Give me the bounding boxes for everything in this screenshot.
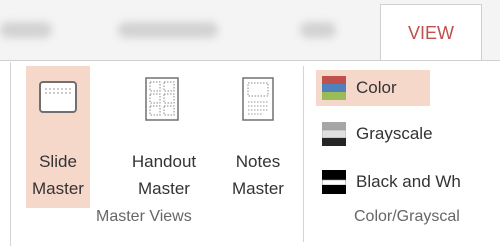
- handout-master-label: Handout Master: [131, 152, 197, 198]
- color-icon: [322, 76, 346, 100]
- blurred-tab[interactable]: [0, 22, 52, 38]
- ribbon-tab-strip: VIEW: [0, 0, 500, 61]
- blurred-tab[interactable]: [300, 22, 336, 38]
- grayscale-label: Grayscale: [356, 124, 433, 143]
- notes-master-label: Notes Master: [232, 152, 284, 198]
- slide-master-label: Slide Master: [32, 152, 84, 198]
- grayscale-icon: [322, 122, 346, 146]
- handout-master-button[interactable]: Handout Master: [114, 66, 214, 208]
- master-views-group-label: Master Views: [96, 208, 192, 225]
- black-and-white-label: Black and Wh: [356, 172, 461, 191]
- black-and-white-icon: [322, 170, 346, 194]
- notes-master-button[interactable]: Notes Master: [218, 66, 298, 208]
- group-divider: [303, 66, 304, 242]
- color-label: Color: [356, 78, 397, 97]
- slide-master-button[interactable]: Slide Master: [26, 66, 90, 208]
- notes-master-icon: [242, 77, 274, 121]
- color-button[interactable]: Color: [316, 70, 430, 106]
- color-grayscale-group-label: Color/Grayscal: [354, 208, 460, 225]
- slide-master-icon: [39, 81, 77, 113]
- blurred-tab[interactable]: [118, 22, 218, 38]
- black-and-white-button[interactable]: Black and Wh: [316, 164, 500, 200]
- tab-view[interactable]: VIEW: [380, 4, 482, 61]
- handout-master-icon: [145, 77, 179, 121]
- divider: [10, 62, 11, 246]
- grayscale-button[interactable]: Grayscale: [316, 116, 486, 152]
